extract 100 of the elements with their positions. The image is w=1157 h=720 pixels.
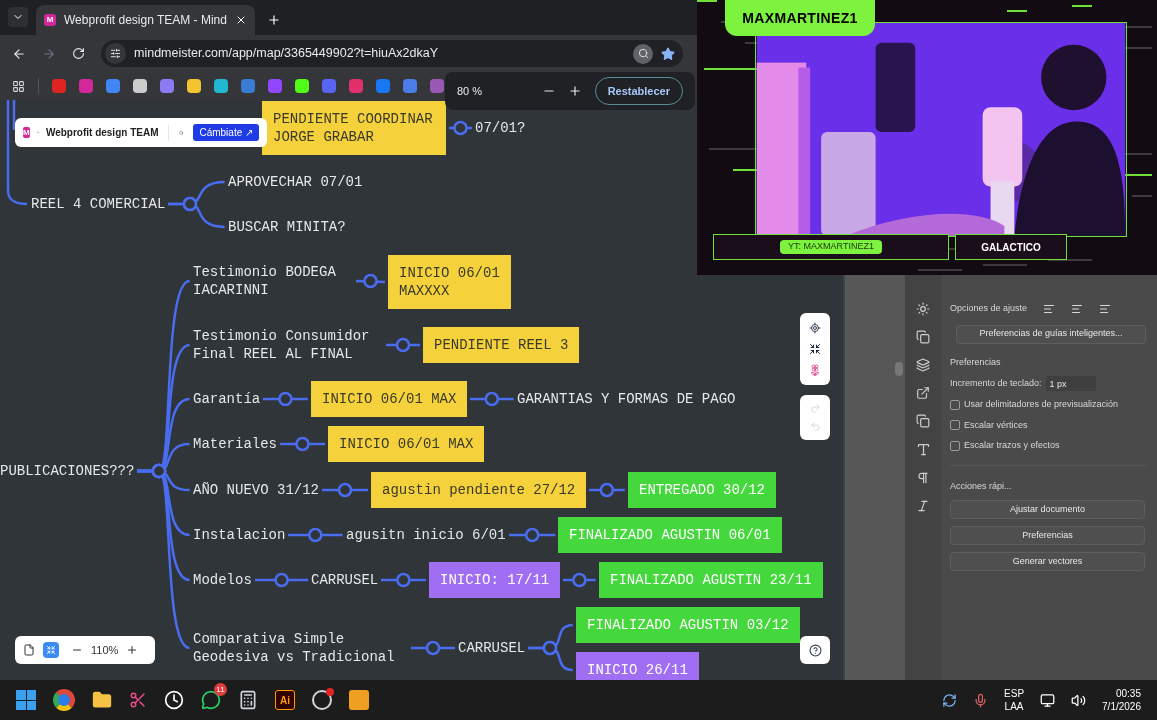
- keyboard-increment-field[interactable]: 1 px: [1045, 376, 1096, 391]
- transform-icon[interactable]: [916, 330, 930, 344]
- bookmark-icon[interactable]: [295, 79, 309, 93]
- tab-list-button[interactable]: [8, 7, 28, 27]
- team-name[interactable]: Webprofit design TEAM: [45, 125, 159, 140]
- center-icon[interactable]: [809, 321, 821, 334]
- topic-text[interactable]: Garantía: [193, 390, 261, 408]
- topic-text[interactable]: APROVECHAR 07/01: [228, 173, 363, 191]
- topic-text[interactable]: Materiales: [193, 435, 277, 453]
- topic-card[interactable]: INICIO 06/01 MAXXXX: [388, 255, 511, 309]
- artboards-icon[interactable]: [916, 414, 930, 428]
- back-icon[interactable]: [12, 46, 26, 61]
- collapse-icon[interactable]: [809, 343, 821, 355]
- bookmark-icon[interactable]: [133, 79, 147, 93]
- character-icon[interactable]: [915, 442, 931, 457]
- clock[interactable]: 00:35 7/1/2026: [1102, 687, 1141, 713]
- topic-card[interactable]: PENDIENTE REEL 3: [423, 327, 580, 363]
- connector-line: [262, 391, 309, 407]
- action-button[interactable]: Generar vectores: [950, 552, 1145, 571]
- action-button[interactable]: Preferencias: [950, 526, 1145, 545]
- microphone-icon[interactable]: [973, 692, 989, 708]
- topic-text[interactable]: AÑO NUEVO 31/12: [193, 481, 320, 499]
- connector-line: [279, 436, 326, 452]
- action-button[interactable]: Ajustar documento: [950, 500, 1145, 519]
- zoom-in-icon[interactable]: [126, 644, 139, 656]
- snap-glyph-icon[interactable]: [1099, 302, 1112, 315]
- map-mode-icon[interactable]: [43, 642, 59, 658]
- bookmark-icon[interactable]: [160, 79, 174, 93]
- topic-text[interactable]: Testimonio Consumidor Final REEL AL FINAL: [193, 327, 383, 363]
- glyphs-icon[interactable]: [916, 499, 930, 513]
- connector-line: [410, 640, 456, 656]
- topic-card[interactable]: INICIO 06/01 MAX: [311, 381, 468, 417]
- topic-text[interactable]: CARRUSEL: [458, 639, 526, 657]
- paragraph-icon[interactable]: [916, 471, 930, 485]
- section-heading: Preferencias: [950, 355, 1002, 369]
- scissors-icon[interactable]: [129, 691, 147, 709]
- apps-icon[interactable]: [12, 79, 25, 93]
- topic-card[interactable]: agustin pendiente 27/12: [371, 472, 587, 508]
- folder-icon[interactable]: [92, 690, 112, 710]
- chat-icon[interactable]: [201, 690, 221, 710]
- topic-text[interactable]: Testimonio BODEGA IACARINNI: [193, 263, 353, 299]
- document-icon[interactable]: [23, 644, 35, 656]
- topic-text[interactable]: REEL 4 COMERCIAL: [31, 195, 166, 213]
- forward-icon[interactable]: [42, 46, 56, 61]
- address-bar[interactable]: mindmeister.com/app/map/3365449902?t=hiuAx2dkaY: [101, 40, 683, 67]
- topic-text[interactable]: PUBLICACIONES???: [0, 462, 135, 480]
- snap-point-icon[interactable]: [1043, 302, 1056, 315]
- help-button[interactable]: [800, 636, 830, 664]
- bookmark-icon[interactable]: [187, 79, 201, 93]
- zoom-in-icon[interactable]: [568, 84, 582, 98]
- topic-text[interactable]: CARRUSEL: [311, 571, 379, 589]
- appearance-icon[interactable]: [916, 302, 930, 316]
- layers-icon[interactable]: [916, 358, 930, 372]
- scroll-bar[interactable]: [895, 362, 903, 376]
- connector-line: [562, 572, 597, 588]
- topic-card[interactable]: INICIO: 17/11: [429, 562, 561, 598]
- topic-text[interactable]: agusitn inicio 6/01: [346, 526, 506, 544]
- zoom-icon[interactable]: [633, 43, 653, 64]
- snap-pixel-icon[interactable]: [1071, 302, 1084, 315]
- calculator-icon[interactable]: [238, 690, 258, 710]
- checkbox[interactable]: [950, 440, 960, 451]
- url-text: mindmeister.com/app/map/3365449902?t=hiuAx2dkaY: [134, 45, 440, 63]
- new-tab-icon[interactable]: [266, 13, 281, 27]
- site-info-icon[interactable]: [105, 43, 126, 64]
- topic-text[interactable]: Comparativa Simple Geodesiva vs Tradicional: [193, 630, 408, 666]
- export-icon[interactable]: [916, 386, 930, 400]
- snap-options-label: Opciones de ajuste: [950, 302, 1028, 315]
- topic-text[interactable]: 07/01?: [475, 119, 526, 137]
- clock-icon[interactable]: [164, 690, 184, 710]
- topic-text[interactable]: Instalacion: [193, 526, 286, 544]
- topic-text[interactable]: BUSCAR MINITA?: [228, 218, 346, 236]
- smart-guides-button[interactable]: Preferencias de guías inteligentes...: [956, 324, 1146, 344]
- topic-text[interactable]: Modelos: [193, 571, 252, 589]
- checkbox-label: Usar delimitadores de previsualización: [964, 398, 1119, 411]
- chrome-icon[interactable]: [53, 689, 75, 711]
- caption-text: GALACTICO: [981, 240, 1041, 255]
- connector-line: [588, 482, 626, 498]
- network-icon[interactable]: [1040, 692, 1056, 708]
- app-icon[interactable]: Ai: [275, 690, 295, 710]
- connector-line: [355, 273, 386, 290]
- topic-card[interactable]: INICIO 06/01 MAX: [328, 426, 485, 462]
- palette-icon[interactable]: [809, 364, 821, 377]
- reload-icon[interactable]: [72, 47, 85, 60]
- bookmark-icon[interactable]: [106, 79, 120, 93]
- checkbox[interactable]: [950, 420, 960, 431]
- browser-tab[interactable]: M Webprofit design TEAM - Mind: [36, 5, 255, 35]
- section-heading: Acciones rápi...: [950, 479, 1013, 493]
- record-icon[interactable]: [312, 690, 332, 710]
- bookmark-star-icon[interactable]: [661, 46, 675, 61]
- start-icon[interactable]: [16, 690, 36, 710]
- sync-icon[interactable]: [942, 692, 958, 708]
- logo: M: [23, 127, 30, 138]
- topic-card[interactable]: INICIO 26/11: [576, 652, 699, 680]
- bookmark-icon[interactable]: [214, 79, 228, 93]
- topic-text[interactable]: GARANTIAS Y FORMAS DE PAGO: [517, 390, 736, 408]
- checkbox[interactable]: [950, 399, 960, 410]
- topic-card[interactable]: PENDIENTE COORDINAR JORGE GRABAR: [262, 101, 446, 155]
- upgrade-button[interactable]: Cámbiate ↗: [193, 124, 259, 141]
- volume-icon[interactable]: [1071, 692, 1087, 708]
- language-indicator[interactable]: ESP LAA: [1004, 687, 1025, 713]
